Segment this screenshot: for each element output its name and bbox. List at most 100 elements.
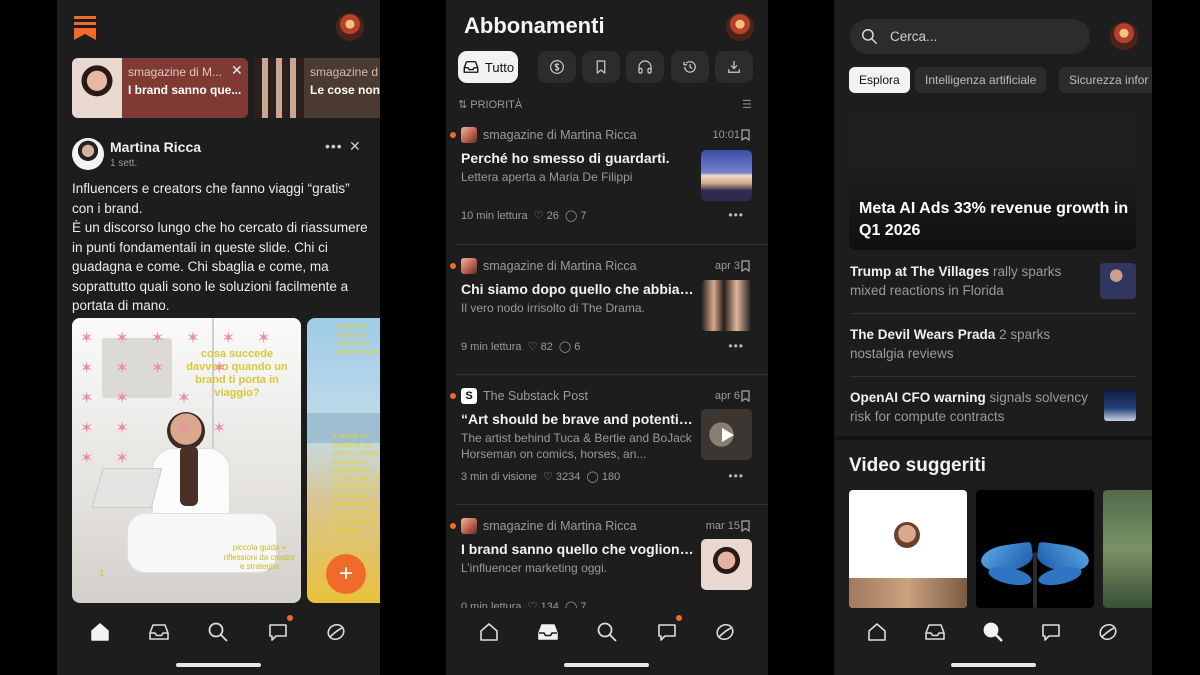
story-card[interactable]: smagazine di M... I brand sanno que... ✕ bbox=[72, 58, 248, 118]
filter-saved-button[interactable] bbox=[582, 51, 620, 83]
carousel-slide[interactable]: cosa succede davvero quando un brand ti … bbox=[72, 318, 301, 603]
filter-paid-button[interactable] bbox=[538, 51, 576, 83]
notification-dot bbox=[287, 615, 293, 621]
story-publisher: smagazine di M... bbox=[128, 65, 223, 79]
list-view-icon[interactable]: ☰ bbox=[742, 98, 752, 111]
profile-avatar[interactable] bbox=[726, 13, 754, 41]
home-icon[interactable] bbox=[865, 620, 889, 644]
story-thumbnail bbox=[254, 58, 304, 118]
post-item[interactable]: smagazine di Martina Ricca 10:01 Perché … bbox=[446, 124, 768, 244]
post-title: Chi siamo dopo quello che abbiamo vissut… bbox=[461, 281, 699, 297]
post-title: “Art should be brave and potentially off… bbox=[461, 411, 699, 427]
bookmark-icon bbox=[596, 60, 606, 74]
search-icon[interactable] bbox=[206, 620, 230, 644]
close-icon[interactable]: ✕ bbox=[231, 62, 243, 79]
video-card[interactable] bbox=[849, 490, 967, 608]
filter-downloads-button[interactable] bbox=[715, 51, 753, 83]
post-thumbnail bbox=[701, 150, 752, 201]
bookmark-icon[interactable] bbox=[741, 520, 750, 532]
profile-icon[interactable] bbox=[1096, 620, 1120, 644]
post-thumbnail bbox=[701, 280, 752, 331]
author-name[interactable]: Martina Ricca bbox=[110, 139, 201, 155]
filter-all-label: Tutto bbox=[484, 59, 515, 75]
news-text: OpenAI CFO warning signals solvency risk… bbox=[850, 390, 1088, 424]
filter-history-button[interactable] bbox=[671, 51, 709, 83]
sort-button[interactable]: ⇅ PRIORITÀ bbox=[458, 98, 522, 111]
more-options-icon[interactable]: ••• bbox=[728, 469, 744, 483]
post-item[interactable]: S The Substack Post apr 6 “Art should be… bbox=[446, 385, 768, 505]
video-card[interactable] bbox=[976, 490, 1094, 608]
post-subtitle: Il vero nodo irrisolto di The Drama. bbox=[461, 301, 645, 315]
author-avatar[interactable] bbox=[72, 138, 104, 170]
post-meta: 3 min di visione ♡ 3234 ◯ 180 bbox=[461, 471, 621, 483]
search-icon[interactable] bbox=[595, 620, 619, 644]
star-decoration-icon: ✶✶✶✶✶✶ ✶✶✶ ✶ ✶✶ ✶ ✶✶ ✶✶ ✶✶ bbox=[80, 330, 293, 467]
post-title: I brand sanno quello che vogliono davver… bbox=[461, 541, 699, 557]
divider bbox=[456, 374, 768, 375]
unread-dot bbox=[450, 393, 456, 399]
news-item[interactable]: The Devil Wears Prada 2 sparks nostalgia… bbox=[850, 325, 1136, 370]
inbox-icon[interactable] bbox=[923, 620, 947, 644]
slide-page-number: 1 bbox=[99, 568, 105, 579]
play-icon[interactable] bbox=[716, 424, 738, 446]
news-item[interactable]: Trump at The Villages rally sparks mixed… bbox=[850, 262, 1136, 307]
post-meta: 9 min lettura ♡ 82 ◯ 6 bbox=[461, 341, 581, 353]
home-icon[interactable] bbox=[477, 620, 501, 644]
dollar-icon bbox=[550, 60, 564, 74]
slide-text: gli permet contenuti nessuna a partner l… bbox=[337, 323, 380, 356]
divider bbox=[456, 244, 768, 245]
bookmark-icon[interactable] bbox=[741, 260, 750, 272]
bookmark-icon[interactable] bbox=[741, 390, 750, 402]
substack-post-logo-icon: S bbox=[461, 388, 477, 404]
chip-explore[interactable]: Esplora bbox=[849, 67, 910, 93]
headphones-icon bbox=[638, 60, 652, 74]
video-card[interactable] bbox=[1103, 490, 1152, 608]
inbox-icon[interactable] bbox=[536, 620, 560, 644]
post-thumbnail bbox=[701, 409, 752, 460]
home-screen: smagazine di M... I brand sanno que... ✕… bbox=[57, 0, 380, 675]
home-indicator bbox=[951, 663, 1036, 667]
post-item[interactable]: smagazine di Martina Ricca apr 3 Chi sia… bbox=[446, 255, 768, 375]
filter-audio-button[interactable] bbox=[626, 51, 664, 83]
bottom-nav bbox=[57, 612, 380, 652]
inbox-icon[interactable] bbox=[147, 620, 171, 644]
search-icon[interactable] bbox=[981, 620, 1005, 644]
post-body: Influencers e creators che fanno viaggi … bbox=[72, 181, 368, 313]
featured-card[interactable]: Meta AI Ads 33% revenue growth in Q1 202… bbox=[849, 105, 1136, 250]
unread-dot bbox=[450, 263, 456, 269]
slide-footer: piccola guida + riflessioni da creator e… bbox=[223, 543, 296, 571]
bookmark-icon[interactable] bbox=[741, 129, 750, 141]
more-options-icon[interactable]: ••• bbox=[728, 208, 744, 222]
post-subtitle: Lettera aperta a Maria De Filippi bbox=[461, 170, 633, 184]
notification-dot bbox=[676, 615, 682, 621]
chip-ai[interactable]: Intelligenza artificiale bbox=[915, 67, 1047, 93]
chat-icon[interactable] bbox=[655, 620, 679, 644]
post-date: apr 6 bbox=[714, 390, 740, 402]
chat-icon[interactable] bbox=[266, 620, 290, 644]
post-subtitle: The artist behind Tuca & Bertie and BoJa… bbox=[461, 431, 692, 461]
more-options-icon[interactable]: ••• bbox=[325, 138, 343, 154]
close-icon[interactable]: ✕ bbox=[349, 138, 361, 155]
more-options-icon[interactable]: ••• bbox=[728, 339, 744, 353]
publication-logo bbox=[461, 518, 477, 534]
search-input[interactable]: Cerca... bbox=[850, 19, 1090, 54]
substack-logo-icon[interactable] bbox=[74, 16, 96, 40]
page-title: Abbonamenti bbox=[464, 13, 605, 38]
profile-icon[interactable] bbox=[713, 620, 737, 644]
story-card[interactable]: smagazine d Le cose non bbox=[254, 58, 380, 118]
search-placeholder: Cerca... bbox=[890, 29, 938, 44]
home-icon[interactable] bbox=[88, 620, 112, 644]
filter-all-button[interactable]: Tutto bbox=[458, 51, 518, 83]
chip-security[interactable]: Sicurezza infor bbox=[1059, 67, 1152, 93]
profile-avatar[interactable] bbox=[1110, 22, 1138, 50]
explore-screen: Cerca... Esplora Intelligenza artificial… bbox=[834, 0, 1152, 675]
history-icon bbox=[683, 61, 696, 73]
news-item[interactable]: OpenAI CFO warning signals solvency risk… bbox=[850, 388, 1136, 433]
subscriptions-screen: Abbonamenti Tutto ⇅ PRIORITÀ ☰ smagazine… bbox=[446, 0, 768, 675]
profile-icon[interactable] bbox=[324, 620, 348, 644]
compose-button[interactable]: + bbox=[326, 554, 366, 594]
chat-icon[interactable] bbox=[1039, 620, 1063, 644]
profile-avatar[interactable] bbox=[336, 13, 364, 41]
post-date: apr 3 bbox=[714, 260, 740, 272]
inbox-icon bbox=[463, 61, 479, 73]
